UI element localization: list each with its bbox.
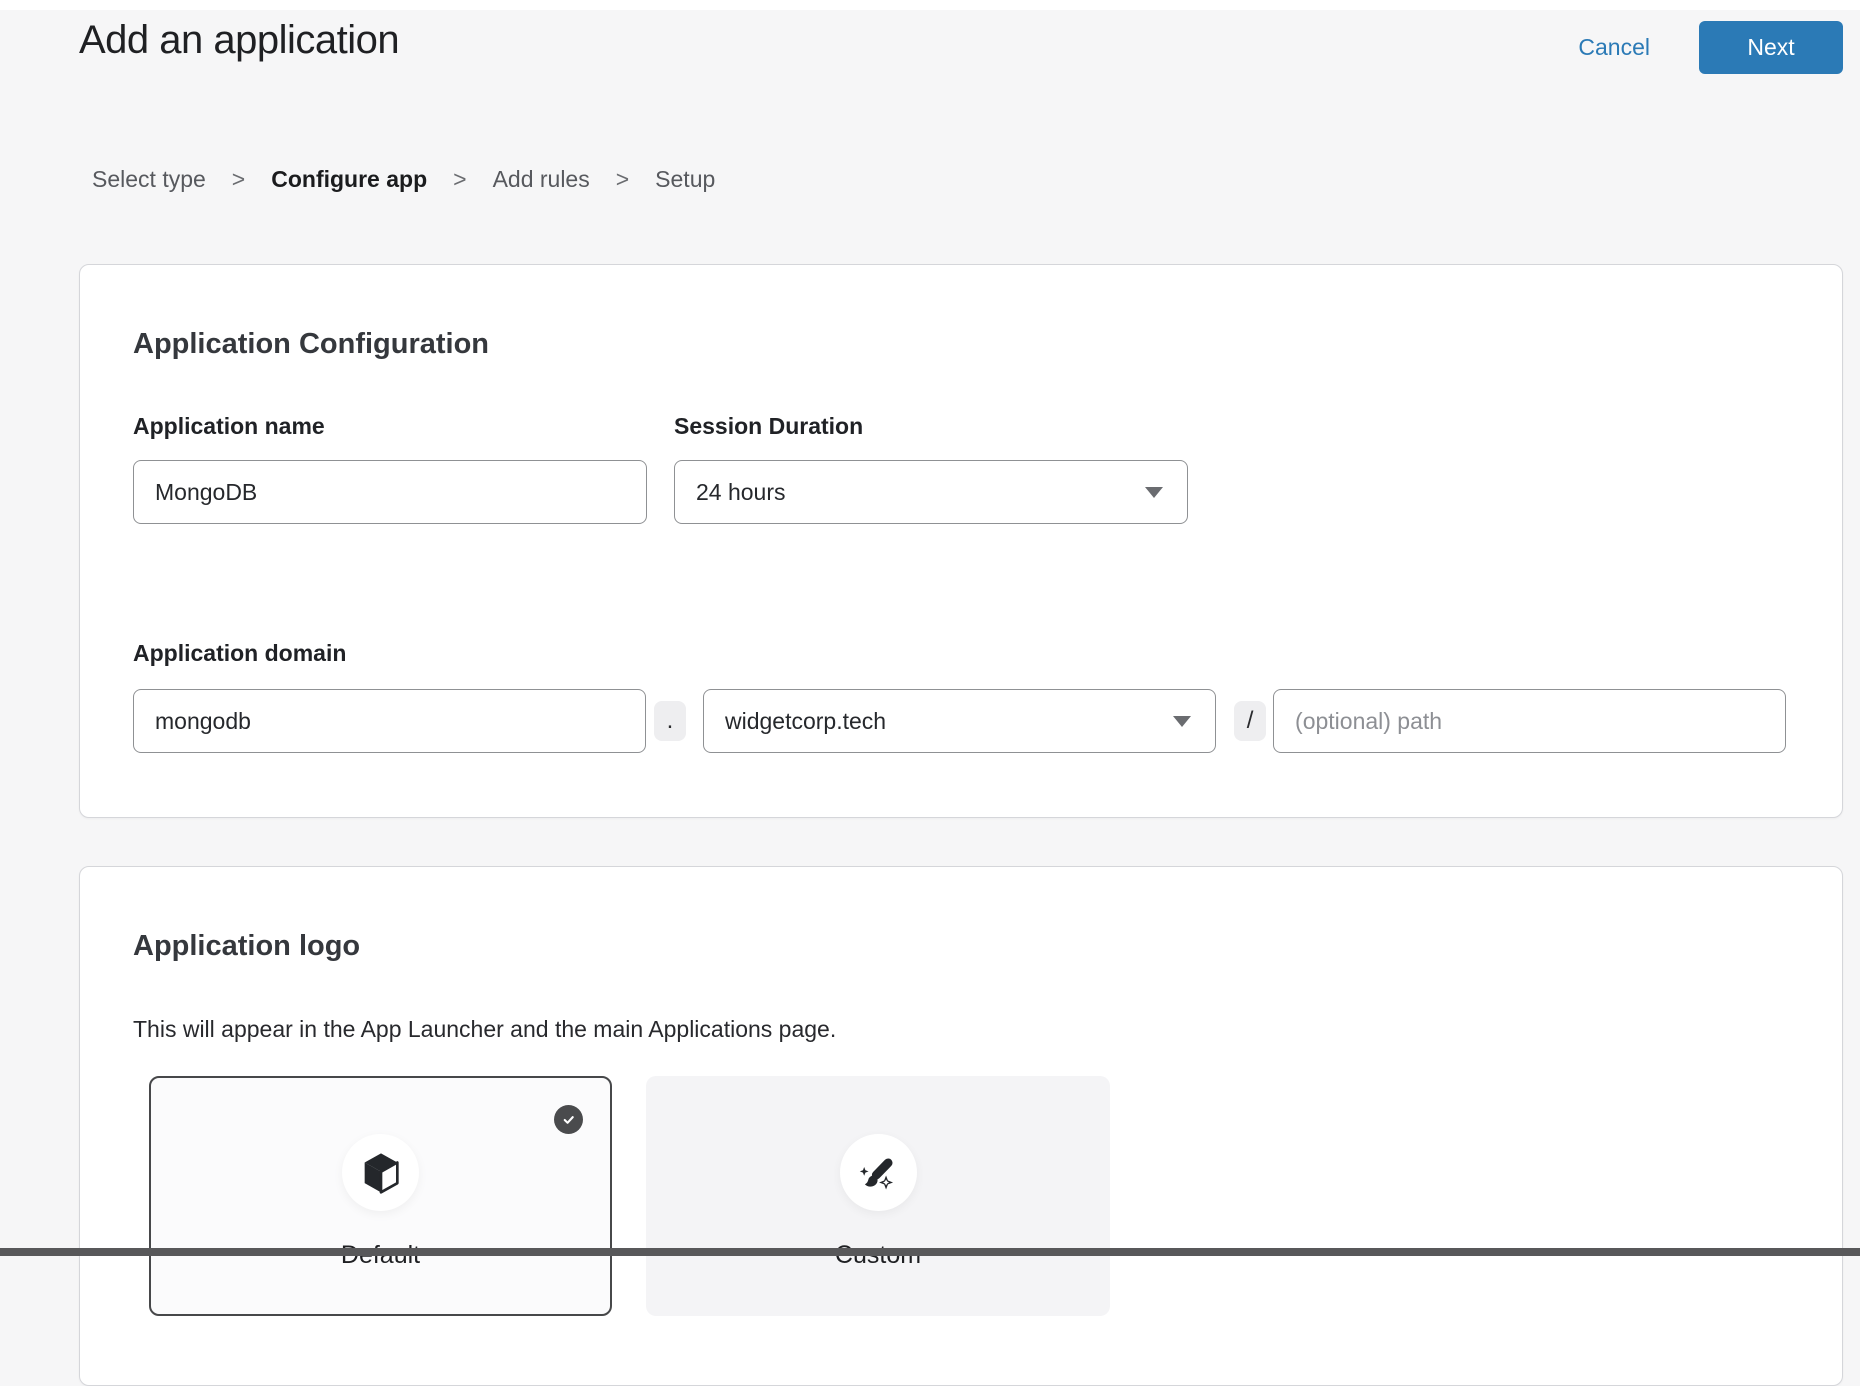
- check-icon: [554, 1105, 583, 1134]
- default-logo-circle: [342, 1134, 419, 1211]
- cancel-button[interactable]: Cancel: [1578, 34, 1650, 61]
- subdomain-input[interactable]: [133, 689, 646, 753]
- dot-separator: .: [654, 701, 686, 741]
- logo-heading: Application logo: [133, 930, 1786, 963]
- chevron-down-icon: [1145, 487, 1163, 498]
- session-duration-value: 24 hours: [696, 479, 786, 506]
- application-name-label: Application name: [133, 413, 647, 440]
- breadcrumb-step-setup: Setup: [655, 166, 715, 193]
- page-title: Add an application: [79, 18, 399, 63]
- breadcrumb-separator: >: [453, 166, 466, 193]
- configuration-heading: Application Configuration: [133, 328, 1786, 361]
- application-domain-label: Application domain: [133, 640, 1786, 667]
- chevron-down-icon: [1173, 716, 1191, 727]
- session-duration-field: Session Duration 24 hours: [674, 413, 1188, 524]
- application-logo-card: Application logo This will appear in the…: [79, 866, 1843, 1386]
- logo-description: This will appear in the App Launcher and…: [133, 1016, 1786, 1043]
- domain-select[interactable]: widgetcorp.tech: [703, 689, 1216, 753]
- application-name-input[interactable]: [133, 460, 647, 524]
- breadcrumb-step-configure-app: Configure app: [271, 166, 427, 193]
- slash-separator: /: [1234, 701, 1266, 741]
- bottom-bar: [0, 1248, 1860, 1256]
- top-bar: [0, 0, 1860, 10]
- domain-value: widgetcorp.tech: [725, 708, 886, 735]
- application-configuration-card: Application Configuration Application na…: [79, 264, 1843, 818]
- custom-logo-circle: [840, 1134, 917, 1211]
- breadcrumb-step-add-rules: Add rules: [493, 166, 590, 193]
- path-input[interactable]: [1273, 689, 1786, 753]
- logo-options: Default Custom: [149, 1076, 1786, 1316]
- breadcrumb: Select type > Configure app > Add rules …: [92, 166, 715, 193]
- breadcrumb-separator: >: [232, 166, 245, 193]
- logo-option-default[interactable]: Default: [149, 1076, 612, 1316]
- application-domain-row: . widgetcorp.tech /: [133, 689, 1786, 753]
- header-actions: Cancel Next: [1578, 21, 1843, 74]
- logo-option-custom[interactable]: Custom: [646, 1076, 1110, 1316]
- next-button[interactable]: Next: [1699, 21, 1843, 74]
- session-duration-label: Session Duration: [674, 413, 1188, 440]
- breadcrumb-separator: >: [616, 166, 629, 193]
- paintbrush-icon: [857, 1152, 899, 1194]
- cube-icon: [361, 1151, 401, 1195]
- session-duration-select[interactable]: 24 hours: [674, 460, 1188, 524]
- application-name-field: Application name: [133, 413, 647, 524]
- breadcrumb-step-select-type: Select type: [92, 166, 206, 193]
